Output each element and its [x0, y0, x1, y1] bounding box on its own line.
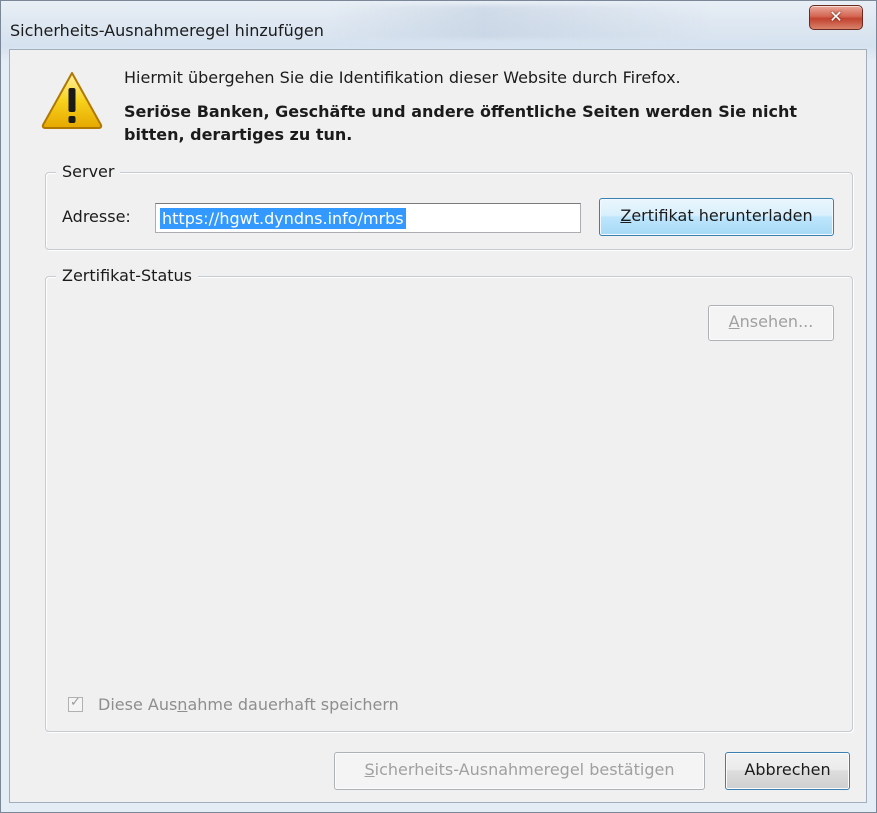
- close-icon: ✕: [829, 7, 843, 26]
- confirm-exception-button-accel: S: [364, 760, 375, 779]
- confirm-exception-button-label: icherheits-Ausnahmeregel bestätigen: [374, 760, 675, 779]
- close-button[interactable]: ✕: [809, 5, 863, 30]
- title-bar[interactable]: Sicherheits-Ausnahmeregel hinzufügen ✕: [1, 1, 876, 49]
- dialog-window: Sicherheits-Ausnahmeregel hinzufügen ✕ H…: [0, 0, 877, 813]
- server-group-legend: Server: [56, 162, 121, 181]
- address-input[interactable]: https://hgwt.dyndns.info/mrbs: [155, 203, 581, 233]
- title-bar-glass: [331, 5, 711, 39]
- certificate-status-group: [45, 276, 853, 732]
- checkmark-icon: ✓: [70, 695, 81, 710]
- view-certificate-button[interactable]: Ansehen...: [708, 305, 834, 341]
- download-certificate-button-label: ertifikat herunterladen: [631, 206, 813, 225]
- address-input-value: https://hgwt.dyndns.info/mrbs: [160, 208, 406, 229]
- warning-message: Hiermit übergehen Sie die Identifikation…: [124, 68, 681, 87]
- address-label: Adresse:: [62, 207, 131, 226]
- cancel-button[interactable]: Abbrechen: [725, 752, 850, 790]
- permanent-exception-checkbox[interactable]: ✓: [68, 695, 83, 712]
- view-certificate-button-accel: A: [728, 312, 740, 331]
- view-certificate-button-label: nsehen...: [739, 312, 814, 331]
- warning-icon: [41, 72, 103, 129]
- download-certificate-button-accel: Z: [620, 206, 632, 225]
- window-title: Sicherheits-Ausnahmeregel hinzufügen: [10, 21, 324, 40]
- warning-message-bold: Seriöse Banken, Geschäfte und andere öff…: [124, 102, 798, 144]
- confirm-exception-button[interactable]: Sicherheits-Ausnahmeregel bestätigen: [334, 752, 705, 790]
- certificate-status-legend: Zertifikat-Status: [56, 266, 198, 285]
- permanent-exception-label: Diese Ausnahme dauerhaft speichern: [98, 695, 399, 714]
- download-certificate-button[interactable]: Zertifikat herunterladen: [599, 198, 834, 236]
- dialog-content: Hiermit übergehen Sie die Identifikation…: [9, 49, 867, 803]
